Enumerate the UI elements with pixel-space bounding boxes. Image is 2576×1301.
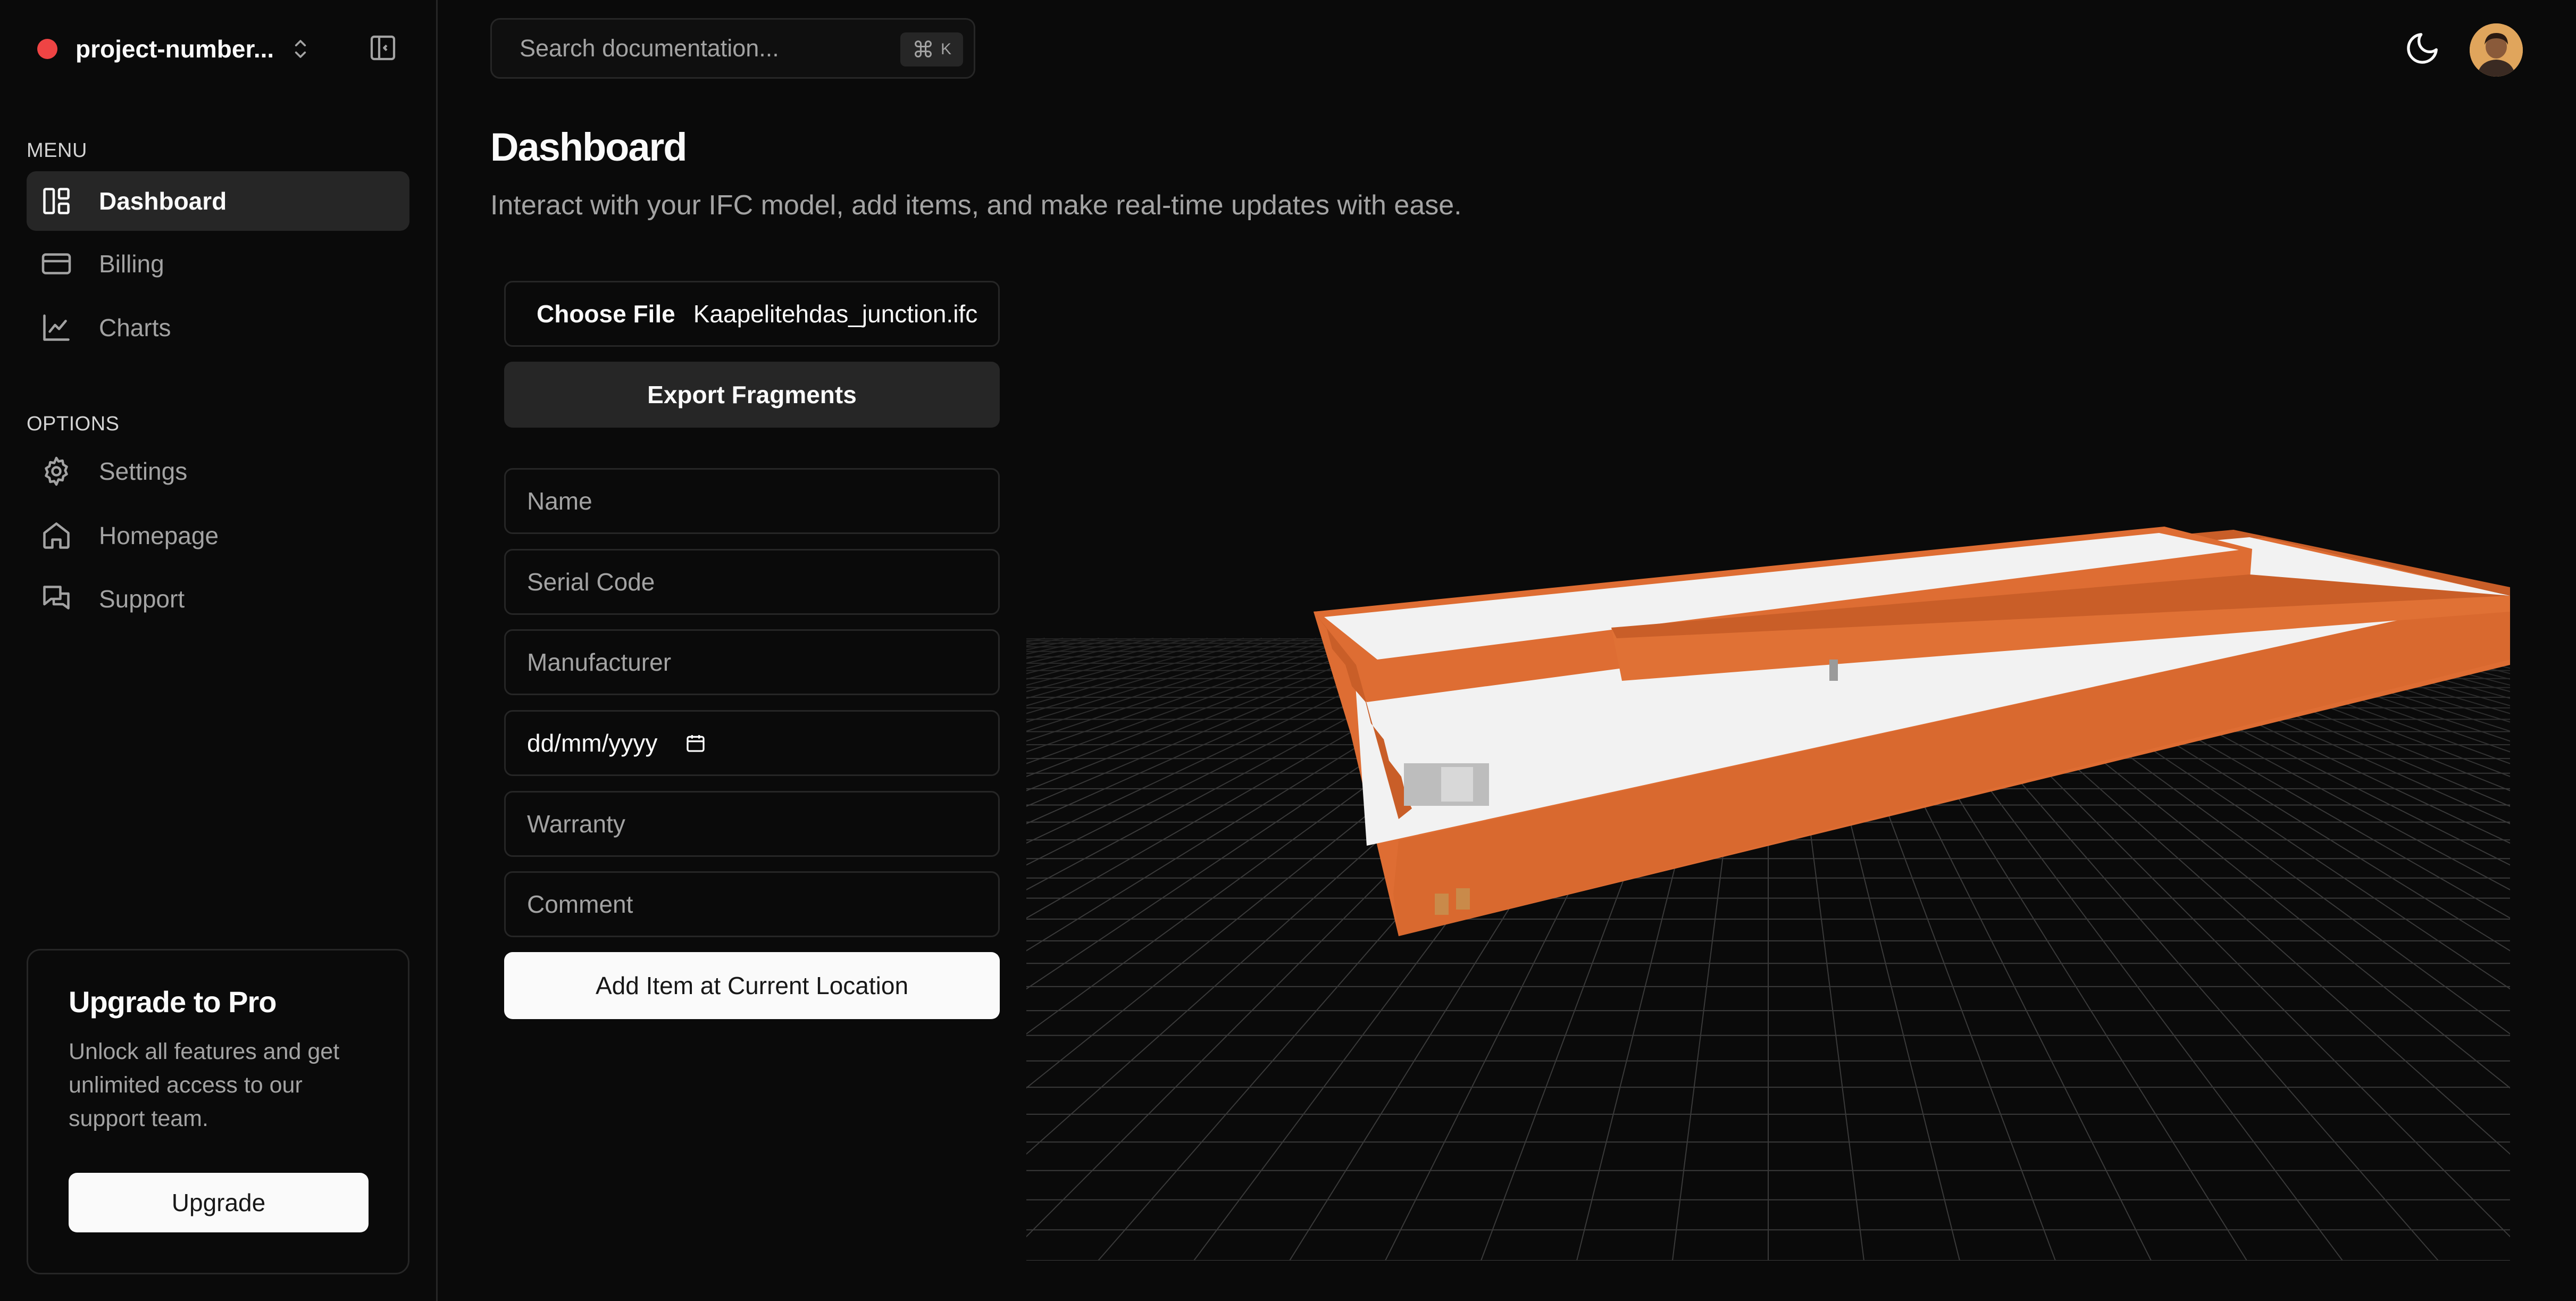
comment-input[interactable]: Comment: [504, 871, 1000, 937]
project-name: project-number...: [76, 35, 274, 63]
sidebar-collapse-icon[interactable]: [368, 33, 398, 63]
sidebar-item-charts[interactable]: Charts: [27, 298, 409, 357]
page-title: Dashboard: [490, 125, 688, 169]
serial-code-placeholder: Serial Code: [527, 568, 655, 596]
warranty-input[interactable]: Warranty: [504, 791, 1000, 857]
sidebar-item-settings[interactable]: Settings: [27, 441, 409, 501]
chat-icon: [43, 586, 70, 610]
upgrade-button[interactable]: Upgrade: [69, 1173, 369, 1232]
user-avatar-image: [2470, 23, 2523, 77]
export-fragments-button[interactable]: Export Fragments: [504, 362, 1000, 428]
date-input[interactable]: dd/mm/yyyy: [504, 710, 1000, 776]
options-section-label: OPTIONS: [27, 413, 120, 435]
sidebar-item-label: Homepage: [99, 522, 219, 549]
dashboard-icon: [43, 188, 70, 214]
search-input[interactable]: Search documentation... ⌘ K: [490, 18, 975, 79]
warranty-placeholder: Warranty: [527, 810, 625, 838]
choose-file-button[interactable]: Choose File: [537, 299, 675, 328]
sidebar-item-label: Billing: [99, 250, 164, 278]
search-shortcut-badge: ⌘ K: [900, 32, 963, 66]
menu-section-label: MENU: [27, 139, 87, 162]
search-placeholder: Search documentation...: [520, 35, 779, 62]
sidebar-item-support[interactable]: Support: [27, 569, 409, 629]
command-key-symbol: ⌘: [911, 37, 934, 62]
file-input[interactable]: Choose File Kaapelitehdas_junction.ifc: [504, 281, 1000, 347]
sidebar-item-billing[interactable]: Billing: [27, 234, 409, 294]
sidebar-item-label: Support: [99, 585, 185, 613]
manufacturer-placeholder: Manufacturer: [527, 648, 672, 676]
home-icon: [43, 522, 70, 549]
sidebar-item-homepage[interactable]: Homepage: [27, 506, 409, 565]
ifc-model-render: [1026, 436, 2510, 1261]
shortcut-key: K: [940, 40, 951, 58]
name-placeholder: Name: [527, 487, 592, 515]
project-status-dot: [37, 39, 57, 59]
date-placeholder: dd/mm/yyyy: [527, 729, 658, 757]
comment-placeholder: Comment: [527, 890, 633, 918]
avatar[interactable]: [2470, 23, 2523, 77]
gear-icon: [45, 456, 68, 486]
moon-icon[interactable]: [2404, 30, 2441, 67]
ifc-3d-viewer[interactable]: [1026, 436, 2510, 1261]
calendar-icon[interactable]: [685, 732, 706, 754]
sidebar-item-dashboard[interactable]: Dashboard: [27, 171, 409, 231]
add-item-button[interactable]: Add Item at Current Location: [504, 952, 1000, 1019]
serial-code-input[interactable]: Serial Code: [504, 549, 1000, 615]
upgrade-title: Upgrade to Pro: [69, 985, 277, 1019]
sidebar: project-number... MENU Dashboard Billing: [0, 0, 438, 1301]
upgrade-description: Unlock all features and get unlimited ac…: [69, 1039, 340, 1131]
sidebar-item-label: Settings: [99, 457, 188, 485]
sidebar-item-label: Charts: [99, 314, 171, 341]
upgrade-card: Upgrade to Pro Unlock all features and g…: [27, 949, 409, 1274]
selected-file-name: Kaapelitehdas_junction.ifc: [693, 300, 978, 328]
line-chart-icon: [43, 314, 70, 341]
app-root: project-number... MENU Dashboard Billing: [0, 0, 2576, 1301]
sidebar-item-label: Dashboard: [99, 187, 227, 215]
chevrons-up-down-icon: [295, 40, 306, 58]
name-input[interactable]: Name: [504, 468, 1000, 534]
page-subtitle: Interact with your IFC model, add items,…: [490, 190, 1462, 221]
manufacturer-input[interactable]: Manufacturer: [504, 629, 1000, 695]
project-switcher[interactable]: project-number...: [37, 28, 335, 70]
credit-card-icon: [41, 253, 71, 274]
